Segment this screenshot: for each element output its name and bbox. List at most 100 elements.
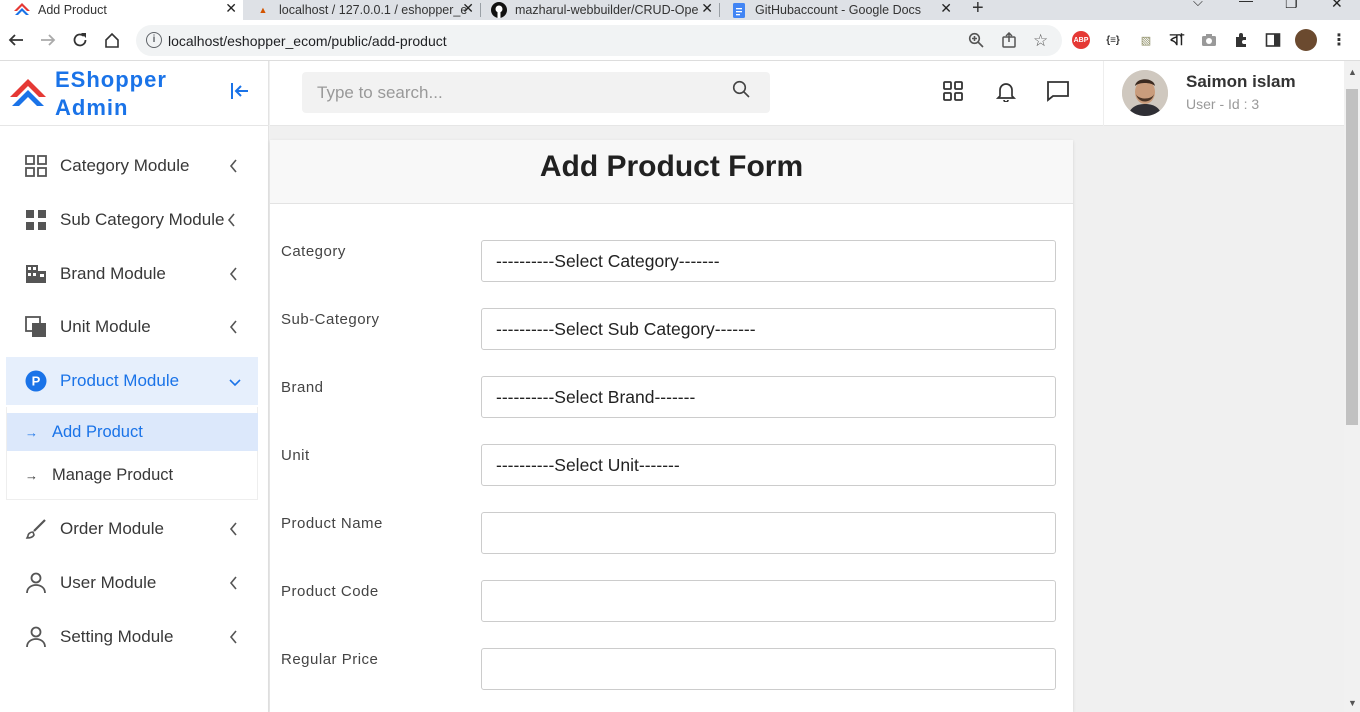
minimize-icon[interactable]: —: [1239, 0, 1253, 8]
eshopper-logo-icon: [10, 79, 46, 114]
chat-icon[interactable]: [1045, 78, 1071, 104]
new-tab-plus-icon[interactable]: +: [972, 0, 984, 20]
copy-icon: [24, 315, 48, 339]
search-input[interactable]: [302, 72, 770, 113]
google-docs-icon: [731, 2, 747, 18]
category-select[interactable]: ----------Select Category-------: [481, 240, 1056, 282]
grid-icon: [24, 154, 48, 178]
sidebar-item-setting-module[interactable]: Setting Module: [6, 613, 258, 661]
sidebar-item-product-module[interactable]: P Product Module: [6, 357, 258, 405]
close-tab-icon[interactable]: ✕: [701, 0, 713, 17]
form-row-product-name: Product Name: [270, 512, 1073, 554]
form-row-category: Category ----------Select Category------…: [270, 240, 1073, 282]
regular-price-input[interactable]: [481, 648, 1056, 690]
user-profile[interactable]: Saimon islam User - Id : 3: [1103, 61, 1344, 126]
product-p-icon: P: [24, 369, 48, 393]
sidebar-item-label: Product Module: [60, 371, 180, 390]
browser-tab-github[interactable]: mazharul-webbuilder/CRUD-Ope ✕: [481, 0, 719, 20]
add-product-form-card: Add Product Form Category ----------Sele…: [270, 140, 1073, 712]
bookmark-star-icon[interactable]: ☆: [1033, 31, 1048, 51]
sidebar-item-label: Unit Module: [60, 317, 151, 336]
submenu-item-label: Manage Product: [52, 465, 174, 484]
sidebar-item-label: User Module: [60, 573, 157, 592]
user-name: Saimon islam: [1186, 72, 1296, 91]
browser-toolbar: i localhost/eshopper_ecom/public/add-pro…: [0, 20, 1360, 61]
chevron-left-icon: [228, 319, 238, 340]
field-label: Brand: [281, 379, 324, 396]
camera-icon[interactable]: [1200, 31, 1218, 49]
extensions-puzzle-icon[interactable]: [1232, 31, 1250, 49]
scroll-down-arrow-icon[interactable]: ▼: [1348, 698, 1357, 708]
share-icon[interactable]: [1001, 31, 1017, 53]
site-info-icon[interactable]: i: [146, 32, 162, 48]
arrow-right-icon: →: [25, 467, 38, 483]
reload-icon[interactable]: [70, 30, 90, 50]
bell-icon[interactable]: [993, 78, 1019, 104]
close-window-icon[interactable]: ✕: [1331, 0, 1343, 12]
restore-icon[interactable]: ❐: [1285, 0, 1298, 12]
url-text: localhost/eshopper_ecom/public/add-produ…: [168, 33, 447, 49]
eshopper-logo-icon: [14, 3, 30, 17]
close-tab-icon[interactable]: ✕: [940, 0, 952, 17]
submenu-item-manage-product[interactable]: → Manage Product: [7, 456, 258, 494]
forward-arrow-icon[interactable]: [38, 30, 58, 50]
sidebar-item-label: Order Module: [60, 519, 164, 538]
form-row-sub-category: Sub-Category ----------Select Sub Catego…: [270, 308, 1073, 350]
zoom-icon[interactable]: [968, 32, 984, 53]
user-id: User - Id : 3: [1186, 96, 1260, 112]
more-menu-icon[interactable]: ⋮: [1330, 31, 1348, 49]
product-name-input[interactable]: [481, 512, 1056, 554]
address-bar[interactable]: i localhost/eshopper_ecom/public/add-pro…: [136, 25, 1062, 56]
close-tab-icon[interactable]: ✕: [462, 0, 474, 17]
collapse-sidebar-icon[interactable]: [230, 82, 250, 105]
close-tab-icon[interactable]: ✕: [225, 0, 237, 17]
browser-tab-google-docs[interactable]: GitHubaccount - Google Docs ✕: [720, 0, 958, 20]
apps-grid-icon[interactable]: [940, 78, 966, 104]
profile-avatar-icon[interactable]: [1295, 29, 1317, 51]
unit-select[interactable]: ----------Select Unit-------: [481, 444, 1056, 486]
sidebar-item-sub-category-module[interactable]: Sub Category Module: [6, 196, 258, 244]
form-row-product-code: Product Code: [270, 580, 1073, 622]
screenshot-extension-icon[interactable]: ▧: [1137, 31, 1155, 49]
adblock-plus-icon[interactable]: ABP: [1072, 31, 1090, 49]
form-row-regular-price: Regular Price: [270, 648, 1073, 690]
phpmyadmin-icon: ▲: [258, 5, 268, 15]
chevron-left-icon: [226, 212, 236, 233]
brand-name-line2: Admin: [55, 95, 129, 120]
chevron-left-icon: [228, 629, 238, 650]
home-icon[interactable]: [102, 30, 122, 50]
page-scrollbar[interactable]: ▲ ▼: [1344, 61, 1360, 712]
field-label: Product Name: [281, 515, 383, 532]
browser-tab-phpmyadmin[interactable]: ▲ localhost / 127.0.0.1 / eshopper_e ✕: [243, 0, 480, 20]
json-formatter-icon[interactable]: {≡}: [1104, 31, 1122, 49]
sidebar-item-category-module[interactable]: Category Module: [6, 142, 258, 190]
product-code-input[interactable]: [481, 580, 1056, 622]
building-icon: [24, 262, 48, 286]
sidebar: EShopper Admin Category Module Sub Categ…: [0, 61, 269, 712]
submenu-item-label: Add Product: [52, 422, 143, 441]
sub-category-select[interactable]: ----------Select Sub Category-------: [481, 308, 1056, 350]
submenu-item-add-product[interactable]: → Add Product: [7, 413, 258, 451]
field-label: Category: [281, 243, 346, 260]
scrollbar-thumb[interactable]: [1346, 89, 1358, 425]
sidebar-item-brand-module[interactable]: Brand Module: [6, 250, 258, 298]
browser-tab-add-product[interactable]: Add Product ✕: [0, 0, 243, 20]
sidebar-item-order-module[interactable]: Order Module: [6, 505, 258, 553]
product-submenu: → Add Product → Manage Product: [6, 407, 258, 500]
page-title: Add Product Form: [539, 150, 804, 183]
scroll-up-arrow-icon[interactable]: ▲: [1348, 67, 1357, 77]
tab-search-chevron-icon[interactable]: ⌵: [1193, 0, 1203, 10]
bangla-keyboard-icon[interactable]: বা: [1168, 31, 1186, 49]
chevron-down-icon: [228, 375, 242, 393]
back-arrow-icon[interactable]: [6, 30, 26, 50]
sidebar-item-user-module[interactable]: User Module: [6, 559, 258, 607]
form-row-brand: Brand ----------Select Brand-------: [270, 376, 1073, 418]
brand-select[interactable]: ----------Select Brand-------: [481, 376, 1056, 418]
brand-name[interactable]: EShopper Admin: [55, 66, 167, 122]
tab-title: Add Product: [38, 3, 107, 17]
search-icon[interactable]: [732, 80, 750, 103]
browser-tab-bar: Add Product ✕ ▲ localhost / 127.0.0.1 / …: [0, 0, 1360, 20]
tab-title: localhost / 127.0.0.1 / eshopper_e: [279, 3, 468, 17]
side-panel-icon[interactable]: [1264, 31, 1282, 49]
sidebar-item-unit-module[interactable]: Unit Module: [6, 303, 258, 351]
